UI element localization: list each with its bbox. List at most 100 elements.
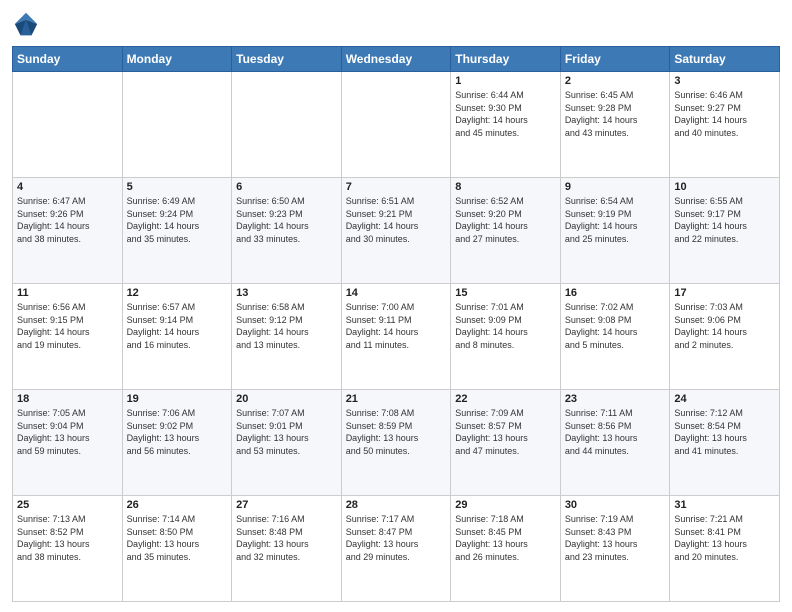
calendar-week-row: 18 Sunrise: 7:05 AM Sunset: 9:04 PM Dayli… — [13, 390, 780, 496]
calendar-cell: 14 Sunrise: 7:00 AM Sunset: 9:11 PM Dayli… — [341, 284, 451, 390]
day-detail: Sunrise: 7:11 AM Sunset: 8:56 PM Dayligh… — [565, 407, 666, 457]
calendar-cell: 31 Sunrise: 7:21 AM Sunset: 8:41 PM Dayli… — [670, 496, 780, 602]
day-detail: Sunrise: 7:13 AM Sunset: 8:52 PM Dayligh… — [17, 513, 118, 563]
weekday-header: Sunday — [13, 47, 123, 72]
calendar-cell: 10Sunrise: 6:55 AM Sunset: 9:17 PM Dayli… — [670, 178, 780, 284]
calendar-cell: 16 Sunrise: 7:02 AM Sunset: 9:08 PM Dayli… — [560, 284, 670, 390]
day-detail: Sunrise: 7:02 AM Sunset: 9:08 PM Dayligh… — [565, 301, 666, 351]
day-detail: Sunrise: 7:08 AM Sunset: 8:59 PM Dayligh… — [346, 407, 447, 457]
calendar-cell: 26 Sunrise: 7:14 AM Sunset: 8:50 PM Dayli… — [122, 496, 232, 602]
day-number: 24 — [674, 393, 775, 405]
day-number: 14 — [346, 287, 447, 299]
day-number: 31 — [674, 499, 775, 511]
calendar-cell: 5Sunrise: 6:49 AM Sunset: 9:24 PM Daylig… — [122, 178, 232, 284]
weekday-header: Thursday — [451, 47, 561, 72]
day-detail: Sunrise: 7:09 AM Sunset: 8:57 PM Dayligh… — [455, 407, 556, 457]
day-detail: Sunrise: 6:52 AM Sunset: 9:20 PM Dayligh… — [455, 195, 556, 245]
calendar-week-row: 25 Sunrise: 7:13 AM Sunset: 8:52 PM Dayli… — [13, 496, 780, 602]
calendar-cell: 3Sunrise: 6:46 AM Sunset: 9:27 PM Daylig… — [670, 72, 780, 178]
day-number: 2 — [565, 75, 666, 87]
calendar-cell: 28 Sunrise: 7:17 AM Sunset: 8:47 PM Dayli… — [341, 496, 451, 602]
calendar-cell: 18 Sunrise: 7:05 AM Sunset: 9:04 PM Dayli… — [13, 390, 123, 496]
day-detail: Sunrise: 7:16 AM Sunset: 8:48 PM Dayligh… — [236, 513, 337, 563]
day-number: 20 — [236, 393, 337, 405]
day-number: 17 — [674, 287, 775, 299]
day-number: 13 — [236, 287, 337, 299]
calendar-week-row: 11 Sunrise: 6:56 AM Sunset: 9:15 PM Dayli… — [13, 284, 780, 390]
day-detail: Sunrise: 7:05 AM Sunset: 9:04 PM Dayligh… — [17, 407, 118, 457]
header — [12, 10, 780, 38]
day-detail: Sunrise: 7:12 AM Sunset: 8:54 PM Dayligh… — [674, 407, 775, 457]
calendar-cell: 27 Sunrise: 7:16 AM Sunset: 8:48 PM Dayli… — [232, 496, 342, 602]
day-number: 21 — [346, 393, 447, 405]
calendar-cell: 29Sunrise: 7:18 AM Sunset: 8:45 PM Dayli… — [451, 496, 561, 602]
day-number: 22 — [455, 393, 556, 405]
day-number: 12 — [127, 287, 228, 299]
day-detail: Sunrise: 6:51 AM Sunset: 9:21 PM Dayligh… — [346, 195, 447, 245]
day-number: 9 — [565, 181, 666, 193]
calendar-cell: 7Sunrise: 6:51 AM Sunset: 9:21 PM Daylig… — [341, 178, 451, 284]
weekday-row: SundayMondayTuesdayWednesdayThursdayFrid… — [13, 47, 780, 72]
day-detail: Sunrise: 7:21 AM Sunset: 8:41 PM Dayligh… — [674, 513, 775, 563]
day-detail: Sunrise: 7:06 AM Sunset: 9:02 PM Dayligh… — [127, 407, 228, 457]
day-number: 30 — [565, 499, 666, 511]
calendar-week-row: 1 Sunrise: 6:44 AM Sunset: 9:30 PM Daylig… — [13, 72, 780, 178]
calendar-cell: 20 Sunrise: 7:07 AM Sunset: 9:01 PM Dayli… — [232, 390, 342, 496]
day-detail: Sunrise: 6:50 AM Sunset: 9:23 PM Dayligh… — [236, 195, 337, 245]
weekday-header: Friday — [560, 47, 670, 72]
day-detail: Sunrise: 7:14 AM Sunset: 8:50 PM Dayligh… — [127, 513, 228, 563]
day-detail: Sunrise: 6:56 AM Sunset: 9:15 PM Dayligh… — [17, 301, 118, 351]
day-number: 16 — [565, 287, 666, 299]
calendar-header: SundayMondayTuesdayWednesdayThursdayFrid… — [13, 47, 780, 72]
day-number: 18 — [17, 393, 118, 405]
day-detail: Sunrise: 6:45 AM Sunset: 9:28 PM Dayligh… — [565, 89, 666, 139]
calendar-cell: 1 Sunrise: 6:44 AM Sunset: 9:30 PM Daylig… — [451, 72, 561, 178]
weekday-header: Saturday — [670, 47, 780, 72]
day-detail: Sunrise: 6:57 AM Sunset: 9:14 PM Dayligh… — [127, 301, 228, 351]
calendar-table: SundayMondayTuesdayWednesdayThursdayFrid… — [12, 46, 780, 602]
day-number: 25 — [17, 499, 118, 511]
day-detail: Sunrise: 7:17 AM Sunset: 8:47 PM Dayligh… — [346, 513, 447, 563]
weekday-header: Tuesday — [232, 47, 342, 72]
calendar-cell: 15Sunrise: 7:01 AM Sunset: 9:09 PM Dayli… — [451, 284, 561, 390]
day-detail: Sunrise: 6:44 AM Sunset: 9:30 PM Dayligh… — [455, 89, 556, 139]
calendar-cell — [122, 72, 232, 178]
calendar-cell: 23Sunrise: 7:11 AM Sunset: 8:56 PM Dayli… — [560, 390, 670, 496]
day-detail: Sunrise: 7:07 AM Sunset: 9:01 PM Dayligh… — [236, 407, 337, 457]
calendar-cell: 4 Sunrise: 6:47 AM Sunset: 9:26 PM Daylig… — [13, 178, 123, 284]
calendar-cell — [232, 72, 342, 178]
calendar-cell — [13, 72, 123, 178]
day-detail: Sunrise: 6:54 AM Sunset: 9:19 PM Dayligh… — [565, 195, 666, 245]
day-number: 10 — [674, 181, 775, 193]
day-number: 29 — [455, 499, 556, 511]
day-number: 8 — [455, 181, 556, 193]
day-detail: Sunrise: 7:00 AM Sunset: 9:11 PM Dayligh… — [346, 301, 447, 351]
calendar-cell: 21 Sunrise: 7:08 AM Sunset: 8:59 PM Dayli… — [341, 390, 451, 496]
day-number: 5 — [127, 181, 228, 193]
calendar-cell: 6Sunrise: 6:50 AM Sunset: 9:23 PM Daylig… — [232, 178, 342, 284]
calendar-cell: 22 Sunrise: 7:09 AM Sunset: 8:57 PM Dayli… — [451, 390, 561, 496]
weekday-header: Wednesday — [341, 47, 451, 72]
calendar-week-row: 4 Sunrise: 6:47 AM Sunset: 9:26 PM Daylig… — [13, 178, 780, 284]
page: SundayMondayTuesdayWednesdayThursdayFrid… — [0, 0, 792, 612]
calendar-cell: 25 Sunrise: 7:13 AM Sunset: 8:52 PM Dayli… — [13, 496, 123, 602]
logo — [12, 10, 44, 38]
day-detail: Sunrise: 7:19 AM Sunset: 8:43 PM Dayligh… — [565, 513, 666, 563]
calendar-cell: 9 Sunrise: 6:54 AM Sunset: 9:19 PM Daylig… — [560, 178, 670, 284]
day-number: 4 — [17, 181, 118, 193]
calendar-cell: 2 Sunrise: 6:45 AM Sunset: 9:28 PM Daylig… — [560, 72, 670, 178]
day-number: 19 — [127, 393, 228, 405]
weekday-header: Monday — [122, 47, 232, 72]
calendar-cell: 17 Sunrise: 7:03 AM Sunset: 9:06 PM Dayli… — [670, 284, 780, 390]
day-number: 1 — [455, 75, 556, 87]
day-number: 3 — [674, 75, 775, 87]
day-number: 28 — [346, 499, 447, 511]
calendar-cell: 12 Sunrise: 6:57 AM Sunset: 9:14 PM Dayli… — [122, 284, 232, 390]
calendar-cell: 8 Sunrise: 6:52 AM Sunset: 9:20 PM Daylig… — [451, 178, 561, 284]
day-number: 26 — [127, 499, 228, 511]
day-detail: Sunrise: 6:47 AM Sunset: 9:26 PM Dayligh… — [17, 195, 118, 245]
day-detail: Sunrise: 7:03 AM Sunset: 9:06 PM Dayligh… — [674, 301, 775, 351]
day-detail: Sunrise: 7:01 AM Sunset: 9:09 PM Dayligh… — [455, 301, 556, 351]
day-number: 11 — [17, 287, 118, 299]
day-number: 27 — [236, 499, 337, 511]
